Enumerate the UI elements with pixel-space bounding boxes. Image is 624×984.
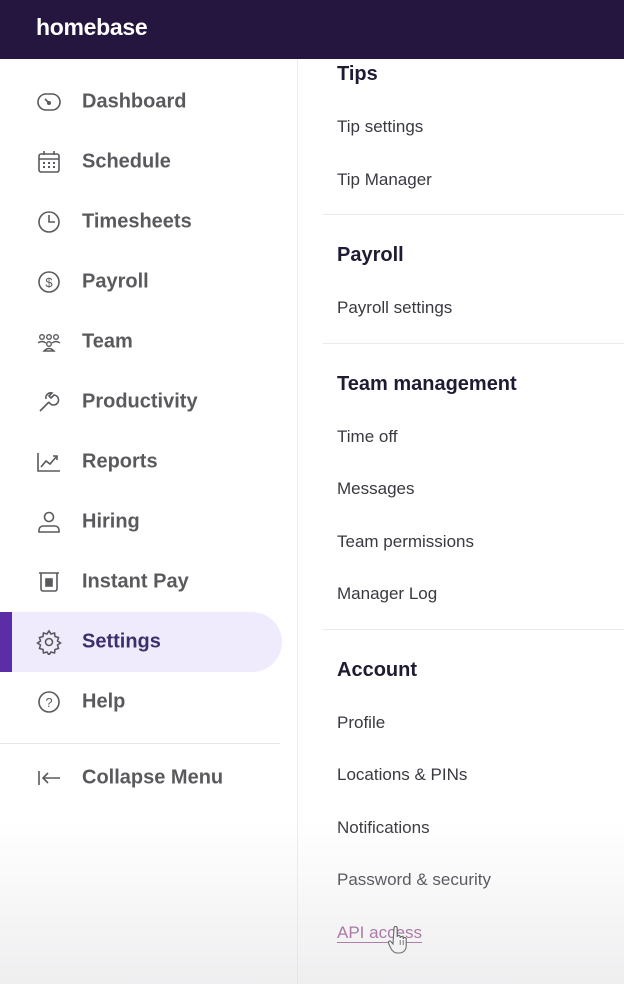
- settings-panel: Tips Tip settings Tip Manager Payroll Pa…: [299, 59, 624, 984]
- top-bar: homebase: [0, 0, 624, 59]
- collapse-left-icon: [36, 765, 62, 791]
- sidebar-item-label: Dashboard: [82, 90, 187, 113]
- sidebar-item-label: Help: [82, 690, 126, 713]
- gear-icon: [36, 629, 62, 655]
- sidebar-item-productivity[interactable]: Productivity: [0, 372, 282, 432]
- sidebar-item-label: Payroll: [82, 270, 149, 293]
- collapse-menu-label: Collapse Menu: [82, 766, 224, 789]
- section-title-tips: Tips: [337, 63, 378, 85]
- hand-cursor-icon: [388, 926, 407, 954]
- wallet-icon: [36, 569, 62, 595]
- section-title-payroll: Payroll: [337, 244, 404, 266]
- sidebar-item-help[interactable]: ? Help: [0, 672, 282, 732]
- team-icon: [36, 329, 62, 355]
- link-time-off[interactable]: Time off: [337, 427, 397, 447]
- sidebar-item-label: Schedule: [82, 150, 171, 173]
- link-api-access[interactable]: API access: [337, 923, 422, 943]
- collapse-menu-button[interactable]: Collapse Menu: [0, 748, 282, 808]
- sidebar-item-label: Productivity: [82, 390, 198, 413]
- calendar-icon: [36, 149, 62, 175]
- sidebar-item-timesheets[interactable]: Timesheets: [0, 192, 282, 252]
- sidebar-item-label: Instant Pay: [82, 570, 189, 593]
- svg-text:?: ?: [45, 695, 52, 710]
- sidebar-item-label: Team: [82, 330, 133, 353]
- sidebar-item-hiring[interactable]: Hiring: [0, 492, 282, 552]
- sidebar-item-label: Hiring: [82, 510, 140, 533]
- link-payroll-settings[interactable]: Payroll settings: [337, 298, 452, 318]
- section-title-team-management: Team management: [337, 373, 517, 395]
- section-separator: [323, 343, 624, 344]
- link-notifications[interactable]: Notifications: [337, 818, 430, 838]
- link-tip-settings[interactable]: Tip settings: [337, 117, 423, 137]
- link-manager-log[interactable]: Manager Log: [337, 584, 437, 604]
- link-tip-manager[interactable]: Tip Manager: [337, 170, 432, 190]
- section-separator: [323, 629, 624, 630]
- sidebar-item-schedule[interactable]: Schedule: [0, 132, 282, 192]
- sidebar-item-instant-pay[interactable]: Instant Pay: [0, 552, 282, 612]
- svg-text:$: $: [45, 275, 53, 290]
- link-team-permissions[interactable]: Team permissions: [337, 532, 474, 552]
- sidebar-item-label: Settings: [82, 630, 161, 653]
- dollar-icon: $: [36, 269, 62, 295]
- sidebar-item-settings[interactable]: Settings: [0, 612, 282, 672]
- clock-icon: [36, 209, 62, 235]
- sidebar-item-dashboard[interactable]: Dashboard: [0, 72, 282, 132]
- sidebar-item-payroll[interactable]: $ Payroll: [0, 252, 282, 312]
- link-password-security[interactable]: Password & security: [337, 870, 491, 890]
- wrench-icon: [36, 389, 62, 415]
- help-icon: ?: [36, 689, 62, 715]
- link-locations-pins[interactable]: Locations & PINs: [337, 765, 467, 785]
- gauge-icon: [36, 89, 62, 115]
- person-icon: [36, 509, 62, 535]
- sidebar-divider: [0, 743, 280, 744]
- sidebar-item-label: Reports: [82, 450, 158, 473]
- homebase-logo[interactable]: homebase: [36, 14, 148, 41]
- section-separator: [323, 214, 624, 215]
- link-messages[interactable]: Messages: [337, 479, 414, 499]
- sidebar-item-label: Timesheets: [82, 210, 192, 233]
- section-title-account: Account: [337, 659, 417, 681]
- chart-icon: [36, 449, 62, 475]
- sidebar-item-team[interactable]: Team: [0, 312, 282, 372]
- sidebar-nav: Dashboard Schedule Timesheets $ Payroll …: [0, 59, 298, 984]
- sidebar-item-reports[interactable]: Reports: [0, 432, 282, 492]
- link-profile[interactable]: Profile: [337, 713, 385, 733]
